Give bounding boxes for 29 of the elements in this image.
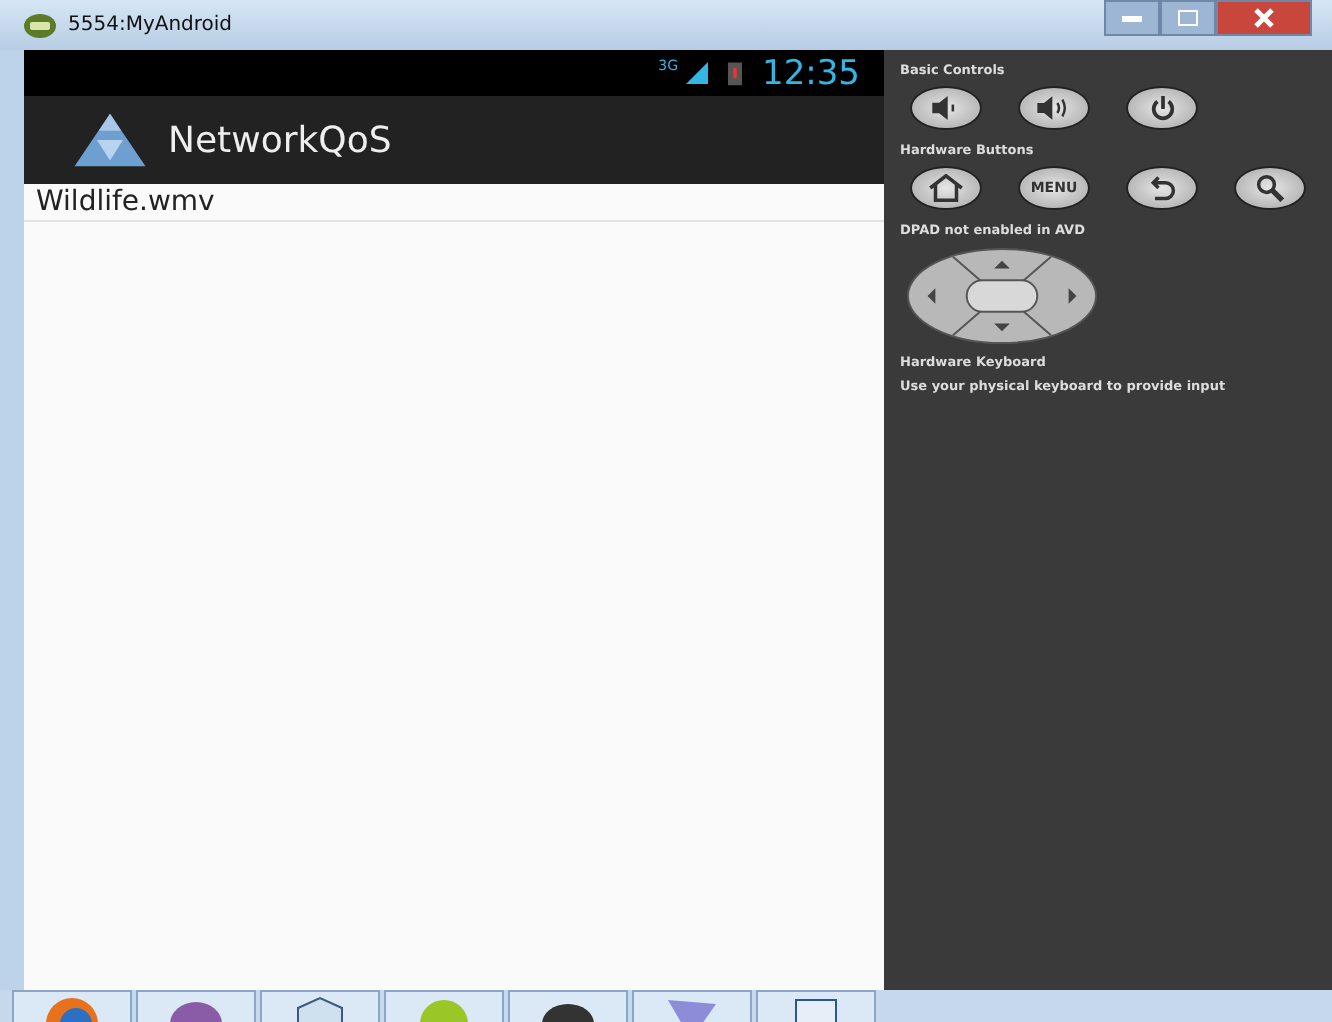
minimize-button[interactable] — [1104, 0, 1160, 36]
volume-up-button[interactable] — [1018, 86, 1090, 130]
badge-icon[interactable] — [508, 990, 628, 1022]
close-icon — [1254, 8, 1274, 28]
maximize-button[interactable] — [1160, 0, 1216, 36]
document-icon[interactable] — [756, 990, 876, 1022]
cube-icon[interactable] — [260, 990, 380, 1022]
signal-icon — [686, 62, 708, 84]
window-title: 5554:MyAndroid — [68, 14, 233, 36]
battery-icon — [728, 60, 742, 86]
clock: 12:35 — [762, 53, 860, 93]
power-button[interactable] — [1126, 86, 1198, 130]
close-button[interactable] — [1216, 0, 1312, 36]
home-button[interactable] — [910, 166, 982, 210]
search-icon — [1256, 174, 1284, 202]
dpad-control[interactable] — [904, 246, 1100, 346]
search-button[interactable] — [1234, 166, 1306, 210]
app-icon — [24, 13, 56, 37]
maximize-icon — [1178, 10, 1198, 26]
power-icon — [1149, 95, 1175, 121]
triangle-logo-icon — [72, 112, 148, 168]
app-title: NetworkQoS — [168, 119, 392, 161]
list-item[interactable]: Wildlife.wmv — [24, 184, 884, 222]
back-button[interactable] — [1126, 166, 1198, 210]
back-icon — [1148, 174, 1176, 202]
minimize-icon — [1122, 14, 1142, 22]
browser-icon[interactable] — [12, 990, 132, 1022]
volume-down-button[interactable] — [910, 86, 982, 130]
home-icon — [928, 174, 964, 202]
